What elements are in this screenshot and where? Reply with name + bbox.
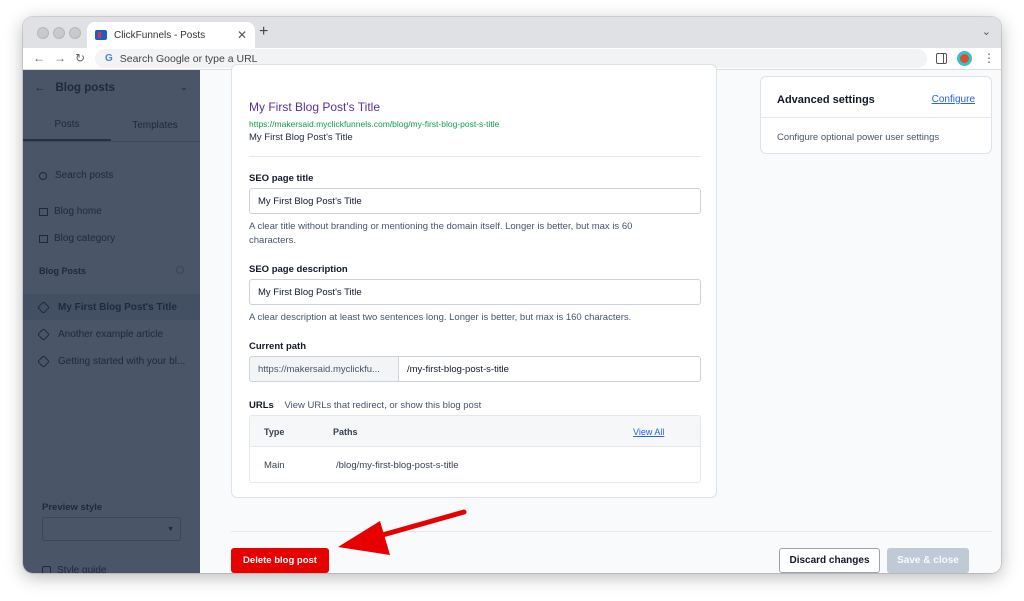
advanced-settings-description: Configure optional power user settings — [777, 132, 940, 143]
seo-settings-card: My First Blog Post's Title https://maker… — [231, 64, 717, 498]
style-guide-label: Style guide — [57, 565, 107, 573]
urls-label: URLs — [249, 400, 274, 411]
minimize-window-button[interactable] — [53, 27, 65, 39]
address-bar-placeholder: Search Google or type a URL — [119, 52, 258, 65]
footer-divider — [231, 531, 992, 532]
select-caret-icon: ▼ — [167, 526, 174, 533]
search-preview-description: My First Blog Post's Title — [249, 132, 353, 143]
tab-templates[interactable]: Templates — [111, 110, 199, 141]
back-arrow-icon[interactable]: ← — [33, 51, 45, 65]
sidebar-title: Blog posts — [55, 81, 115, 94]
preview-style-label: Preview style — [42, 502, 103, 513]
browser-tab[interactable]: ClickFunnels - Posts ✕ — [87, 22, 255, 48]
post-title: Getting started with your bl... — [58, 355, 186, 367]
table-row: Main /blog/my-first-blog-post-s-title — [250, 447, 700, 483]
browser-menu-icon[interactable]: ⋮ — [983, 51, 995, 65]
seo-title-label: SEO page title — [249, 173, 314, 184]
sidebar-item-blog-category[interactable]: Blog category — [39, 233, 115, 244]
urls-table: Type Paths View All Main /blog/my-first-… — [249, 415, 701, 483]
tab-search-chevron-icon[interactable]: ⌄ — [982, 25, 991, 38]
discard-changes-button[interactable]: Discard changes — [779, 548, 880, 573]
sidebar-tabs: Posts Templates — [23, 110, 200, 142]
style-guide-icon — [42, 566, 51, 573]
sidebar: ← Blog posts ⌄ Posts Templates Search po… — [23, 70, 200, 573]
post-icon — [37, 354, 50, 368]
zoom-window-button[interactable] — [69, 27, 81, 39]
search-preview-title: My First Blog Post's Title — [249, 100, 380, 114]
delete-blog-post-button[interactable]: Delete blog post — [231, 548, 329, 573]
side-panel-icon[interactable] — [936, 53, 947, 64]
back-arrow-icon[interactable]: ← — [34, 82, 46, 94]
seo-description-help: A clear description at least two sentenc… — [249, 312, 632, 323]
page-icon — [39, 234, 48, 243]
url-type: Main — [264, 460, 285, 471]
profile-avatar[interactable] — [957, 51, 972, 66]
search-placeholder: Search posts — [55, 170, 114, 181]
tab-title: ClickFunnels - Posts — [114, 29, 206, 41]
sidebar-item-label: Blog home — [54, 206, 102, 217]
urls-table-header: Type Paths View All — [250, 416, 700, 447]
urls-heading: URLs View URLs that redirect, or show th… — [249, 400, 481, 411]
divider — [249, 156, 701, 157]
chevron-down-icon[interactable]: ⌄ — [180, 82, 188, 93]
tab-posts[interactable]: Posts — [23, 110, 111, 141]
main-content: My First Blog Post's Title https://maker… — [200, 64, 1001, 573]
path-prefix: https://makersaid.myclickfu... — [249, 356, 399, 382]
urls-help: View URLs that redirect, or show this bl… — [284, 400, 482, 411]
sidebar-post-item[interactable]: Getting started with your bl... — [23, 348, 200, 374]
close-tab-icon[interactable]: ✕ — [237, 28, 247, 42]
column-header-type: Type — [264, 427, 285, 437]
preview-style-select[interactable]: ▼ — [42, 517, 181, 541]
forward-arrow-icon[interactable]: → — [54, 51, 66, 65]
url-path: /blog/my-first-blog-post-s-title — [336, 460, 459, 471]
sidebar-post-item[interactable]: My First Blog Post's Title — [23, 294, 200, 320]
clickfunnels-favicon-icon — [95, 30, 107, 40]
page-icon — [39, 207, 48, 216]
seo-title-input[interactable]: My First Blog Post's Title — [249, 188, 701, 214]
sidebar-header[interactable]: ← Blog posts ⌄ — [23, 70, 200, 105]
search-preview-url: https://makersaid.myclickfunnels.com/blo… — [249, 119, 500, 129]
save-and-close-button[interactable]: Save & close — [887, 548, 969, 573]
post-icon — [37, 300, 50, 314]
style-guide-link[interactable]: Style guide — [42, 565, 106, 573]
post-title: Another example article — [58, 328, 164, 340]
seo-description-input[interactable]: My First Blog Post's Title — [249, 279, 701, 305]
current-path-label: Current path — [249, 341, 306, 352]
path-input[interactable]: /my-first-blog-post-s-title — [399, 356, 701, 382]
sidebar-item-label: Blog category — [54, 233, 116, 244]
seo-title-help: A clear title without branding or mentio… — [249, 221, 633, 246]
advanced-settings-card: Advanced settings Configure Configure op… — [760, 76, 992, 154]
close-window-button[interactable] — [37, 27, 49, 39]
configure-link[interactable]: Configure — [932, 94, 975, 105]
divider — [761, 117, 991, 118]
post-icon — [37, 327, 50, 341]
google-icon: G — [105, 53, 113, 64]
new-tab-icon[interactable]: + — [259, 23, 268, 41]
search-posts-input[interactable]: Search posts — [39, 170, 113, 181]
gear-icon[interactable] — [176, 266, 184, 274]
tab-bar: ClickFunnels - Posts ✕ + ⌄ — [23, 17, 1001, 48]
sidebar-post-item[interactable]: Another example article — [23, 321, 200, 347]
post-title: My First Blog Post's Title — [58, 301, 177, 313]
column-header-paths: Paths — [333, 427, 358, 437]
seo-description-label: SEO page description — [249, 264, 348, 275]
blog-posts-section-title: Blog Posts — [39, 266, 184, 276]
section-title-label: Blog Posts — [39, 266, 87, 276]
browser-window: ClickFunnels - Posts ✕ + ⌄ ← → ↻ G Searc… — [23, 17, 1001, 573]
view-all-link[interactable]: View All — [633, 427, 664, 437]
search-icon — [39, 171, 47, 180]
advanced-settings-title: Advanced settings — [777, 94, 875, 106]
sidebar-item-blog-home[interactable]: Blog home — [39, 206, 102, 217]
reload-icon[interactable]: ↻ — [75, 51, 85, 65]
